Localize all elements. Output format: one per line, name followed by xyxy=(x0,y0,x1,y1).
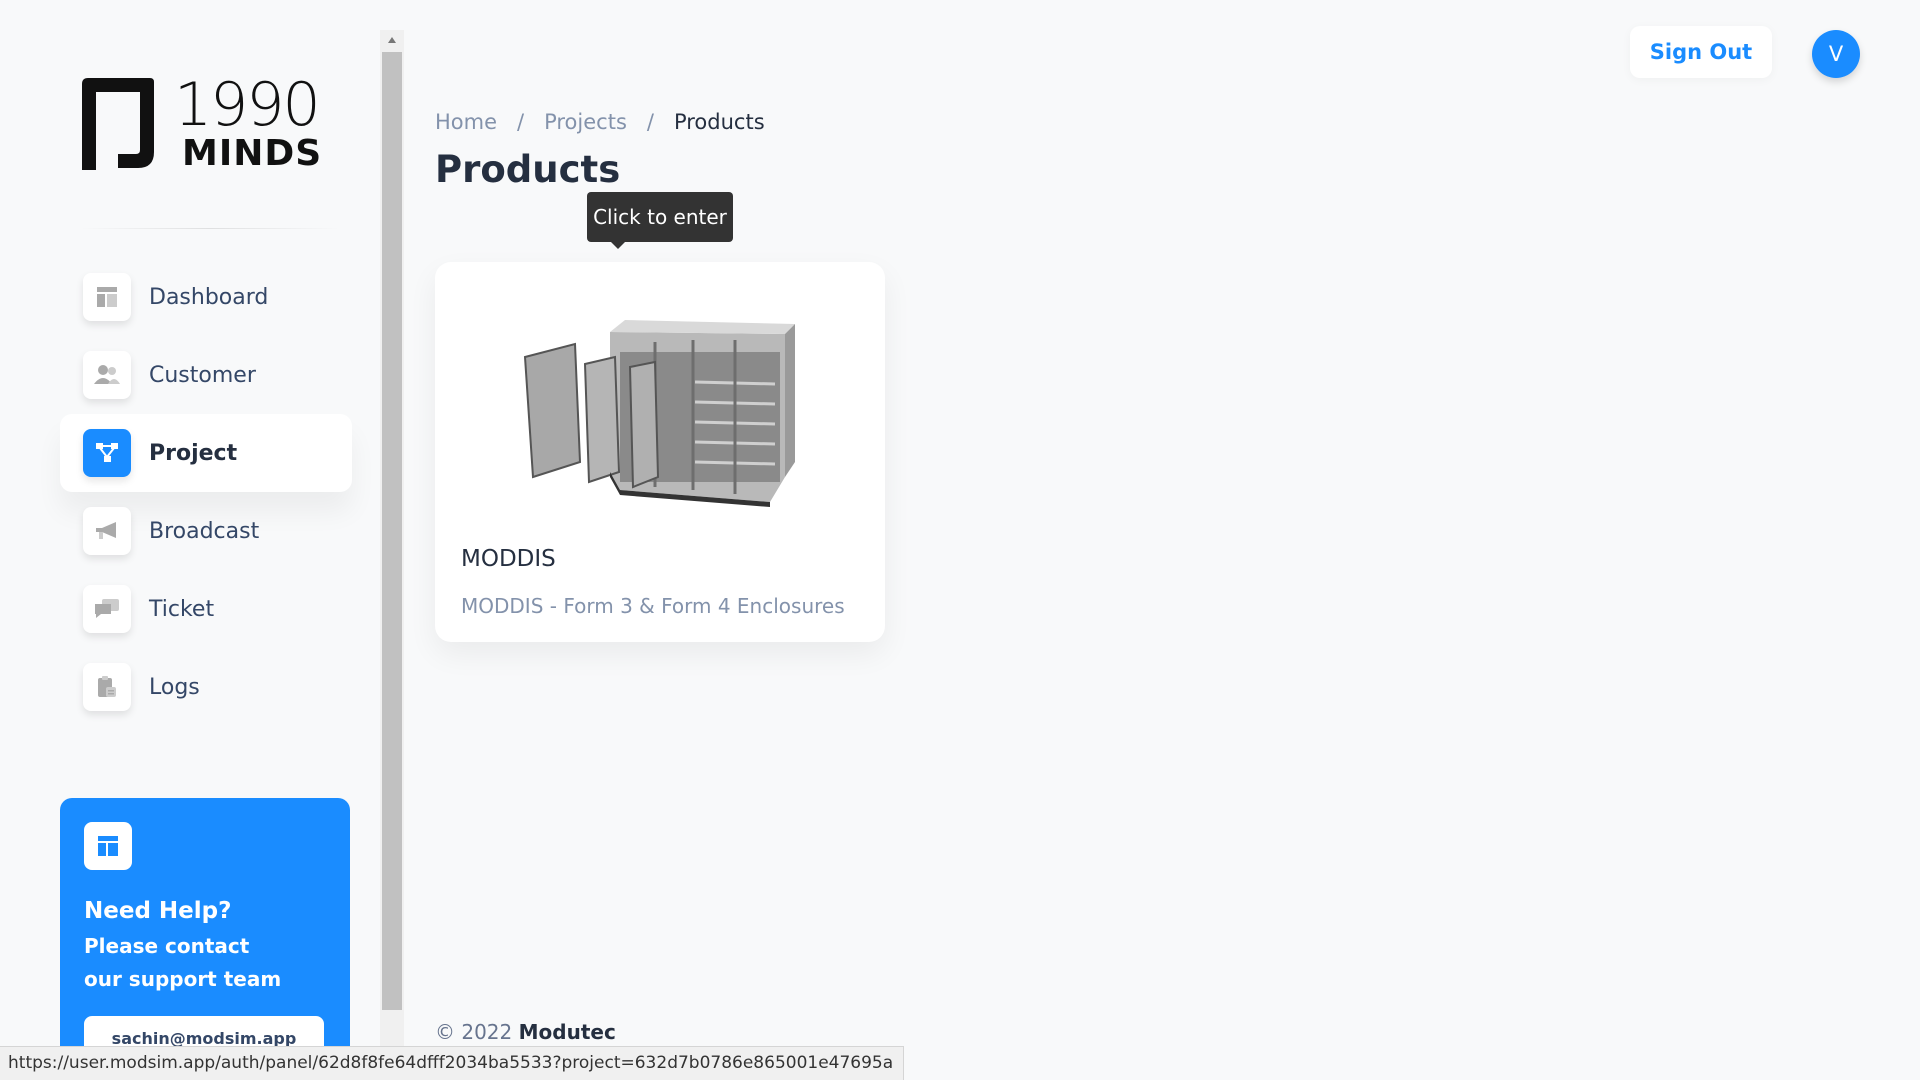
brand-logo[interactable]: 1990 MINDS xyxy=(74,70,336,180)
megaphone-icon xyxy=(83,507,131,555)
scroll-thumb[interactable] xyxy=(382,52,402,1010)
breadcrumb-separator: / xyxy=(517,110,525,134)
sidebar-item-project[interactable]: Project xyxy=(60,414,352,492)
dashboard-icon xyxy=(83,273,131,321)
sidebar-item-label: Project xyxy=(149,440,238,466)
footer-company[interactable]: Modutec xyxy=(519,1020,616,1044)
sidebar-item-logs[interactable]: Logs xyxy=(60,648,352,726)
sidebar-item-broadcast[interactable]: Broadcast xyxy=(60,492,352,570)
breadcrumb-separator: / xyxy=(646,110,654,134)
footer: © 2022 Modutec xyxy=(435,1020,616,1044)
sidebar-item-dashboard[interactable]: Dashboard xyxy=(60,258,352,336)
help-text: Please contact our support team xyxy=(84,934,282,991)
product-card[interactable]: MODDIS MODDIS - Form 3 & Form 4 Enclosur… xyxy=(435,262,885,642)
sign-out-button[interactable]: Sign Out xyxy=(1630,26,1772,78)
project-icon xyxy=(83,429,131,477)
product-enclosure-image xyxy=(523,320,795,507)
chat-icon xyxy=(83,585,131,633)
users-icon xyxy=(83,351,131,399)
scroll-up-arrow-icon[interactable] xyxy=(380,30,404,50)
sidebar-nav: Dashboard Customer Project Broadcast Tic… xyxy=(60,258,352,726)
breadcrumb-home[interactable]: Home xyxy=(435,110,497,134)
footer-copyright: © 2022 xyxy=(435,1020,513,1044)
page-title: Products xyxy=(435,148,621,191)
sidebar-item-label: Broadcast xyxy=(149,518,260,544)
logo-text-bottom: MINDS xyxy=(182,133,323,174)
sidebar-item-ticket[interactable]: Ticket xyxy=(60,570,352,648)
tooltip: Click to enter xyxy=(587,192,733,249)
sidebar-divider xyxy=(80,228,340,229)
breadcrumb: Home / Projects / Products xyxy=(435,110,765,134)
product-name: MODDIS xyxy=(461,546,556,572)
sidebar-item-customer[interactable]: Customer xyxy=(60,336,352,414)
browser-status-url: https://user.modsim.app/auth/panel/62d8f… xyxy=(0,1046,905,1080)
help-title: Need Help? xyxy=(84,898,232,924)
help-dashboard-icon xyxy=(84,822,132,870)
logo-mark-icon xyxy=(82,78,154,170)
sidebar-scrollbar[interactable] xyxy=(380,30,404,1080)
logo-text-top: 1990 xyxy=(174,70,321,140)
product-description: MODDIS - Form 3 & Form 4 Enclosures xyxy=(461,594,845,618)
breadcrumb-projects[interactable]: Projects xyxy=(544,110,627,134)
help-card: Need Help? Please contact our support te… xyxy=(60,798,350,1080)
sidebar: 1990 MINDS Dashboard Customer Project Br… xyxy=(0,0,380,1080)
avatar[interactable]: V xyxy=(1812,30,1860,78)
sidebar-item-label: Ticket xyxy=(149,596,215,622)
sidebar-item-label: Dashboard xyxy=(149,284,269,310)
sidebar-item-label: Logs xyxy=(149,674,200,700)
sidebar-item-label: Customer xyxy=(149,362,256,388)
breadcrumb-current: Products xyxy=(673,110,765,134)
clipboard-icon xyxy=(83,663,131,711)
